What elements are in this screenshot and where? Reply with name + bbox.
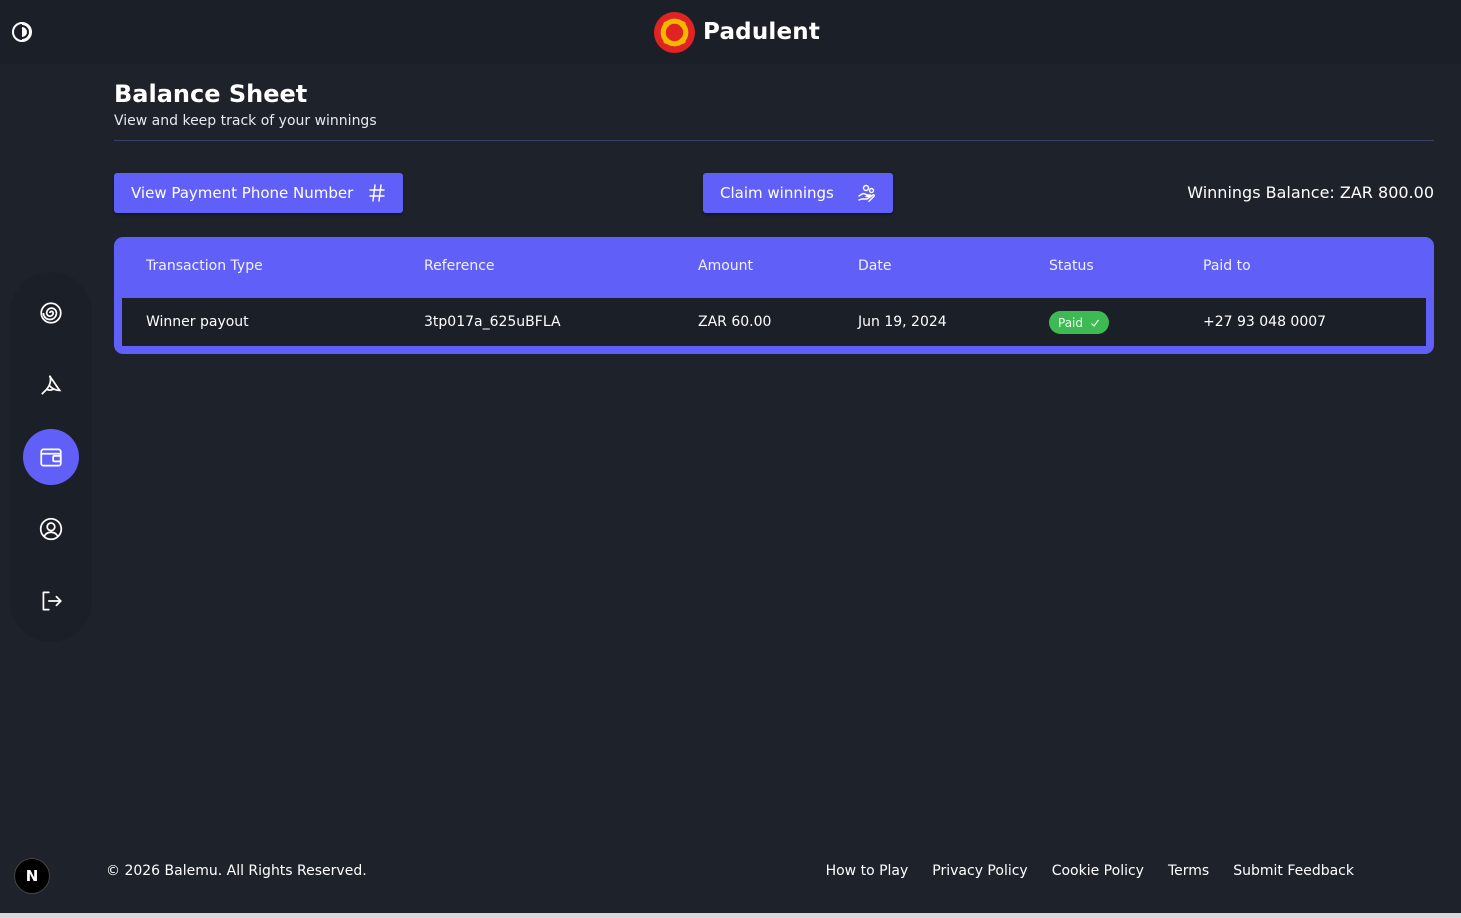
sidebar-item-wallet[interactable]	[23, 429, 79, 485]
claim-winnings-label: Claim winnings	[720, 184, 834, 202]
column-header-reference: Reference	[424, 258, 495, 274]
cell-date: Jun 19, 2024	[858, 314, 947, 330]
page-title: Balance Sheet	[114, 80, 308, 108]
view-payment-phone-label: View Payment Phone Number	[131, 184, 354, 202]
footer-link-cookie-policy[interactable]: Cookie Policy	[1052, 863, 1144, 879]
sidebar	[10, 272, 92, 642]
footer-link-privacy-policy[interactable]: Privacy Policy	[932, 863, 1027, 879]
brand-name: Padulent	[703, 19, 821, 45]
check-icon	[1091, 319, 1099, 327]
window-bottom-edge	[0, 913, 1461, 918]
banana-icon	[41, 375, 62, 395]
footer-link-how-to-play[interactable]: How to Play	[826, 863, 909, 879]
top-bar: Padulent	[0, 0, 1461, 64]
footer-links: How to Play Privacy Policy Cookie Policy…	[826, 863, 1354, 879]
view-payment-phone-button[interactable]: View Payment Phone Number	[114, 173, 403, 213]
sidebar-item-profile[interactable]	[23, 501, 79, 557]
theme-toggle-icon[interactable]	[10, 20, 34, 44]
claim-winnings-button[interactable]: Claim winnings	[703, 173, 893, 213]
winnings-balance: Winnings Balance: ZAR 800.00	[1187, 183, 1434, 202]
column-header-date: Date	[858, 258, 892, 274]
header-divider	[114, 140, 1434, 141]
hand-coins-icon	[858, 184, 875, 202]
logout-icon	[42, 591, 62, 611]
column-header-status: Status	[1049, 258, 1094, 274]
cell-reference: 3tp017a_625uBFLA	[424, 314, 561, 330]
spiral-icon	[40, 302, 62, 324]
column-header-transaction-type: Transaction Type	[146, 258, 263, 274]
wallet-icon	[40, 448, 62, 467]
dev-indicator-badge[interactable]: N	[14, 858, 50, 894]
brand[interactable]: Padulent	[654, 11, 820, 53]
status-badge: Paid	[1049, 311, 1110, 334]
cell-transaction-type: Winner payout	[146, 314, 249, 330]
table-row[interactable]: Winner payout 3tp017a_625uBFLA ZAR 60.00…	[122, 298, 1426, 346]
user-circle-icon	[39, 517, 63, 541]
transactions-table: Transaction Type Reference Amount Date S…	[114, 237, 1434, 354]
sidebar-item-banana[interactable]	[23, 357, 79, 413]
status-badge-label: Paid	[1058, 315, 1084, 330]
footer-link-submit-feedback[interactable]: Submit Feedback	[1233, 863, 1354, 879]
footer-copyright: © 2026 Balemu. All Rights Reserved.	[106, 863, 367, 879]
sidebar-item-logout[interactable]	[23, 573, 79, 629]
cell-amount: ZAR 60.00	[698, 314, 772, 330]
hash-icon	[369, 184, 385, 202]
cell-paid-to: +27 93 048 0007	[1203, 314, 1327, 330]
footer-link-terms[interactable]: Terms	[1168, 863, 1209, 879]
brand-logo-icon	[654, 11, 695, 53]
sidebar-item-spiral[interactable]	[23, 285, 79, 341]
page-subtitle: View and keep track of your winnings	[114, 113, 377, 129]
column-header-amount: Amount	[698, 258, 754, 274]
column-header-paid-to: Paid to	[1203, 258, 1251, 274]
